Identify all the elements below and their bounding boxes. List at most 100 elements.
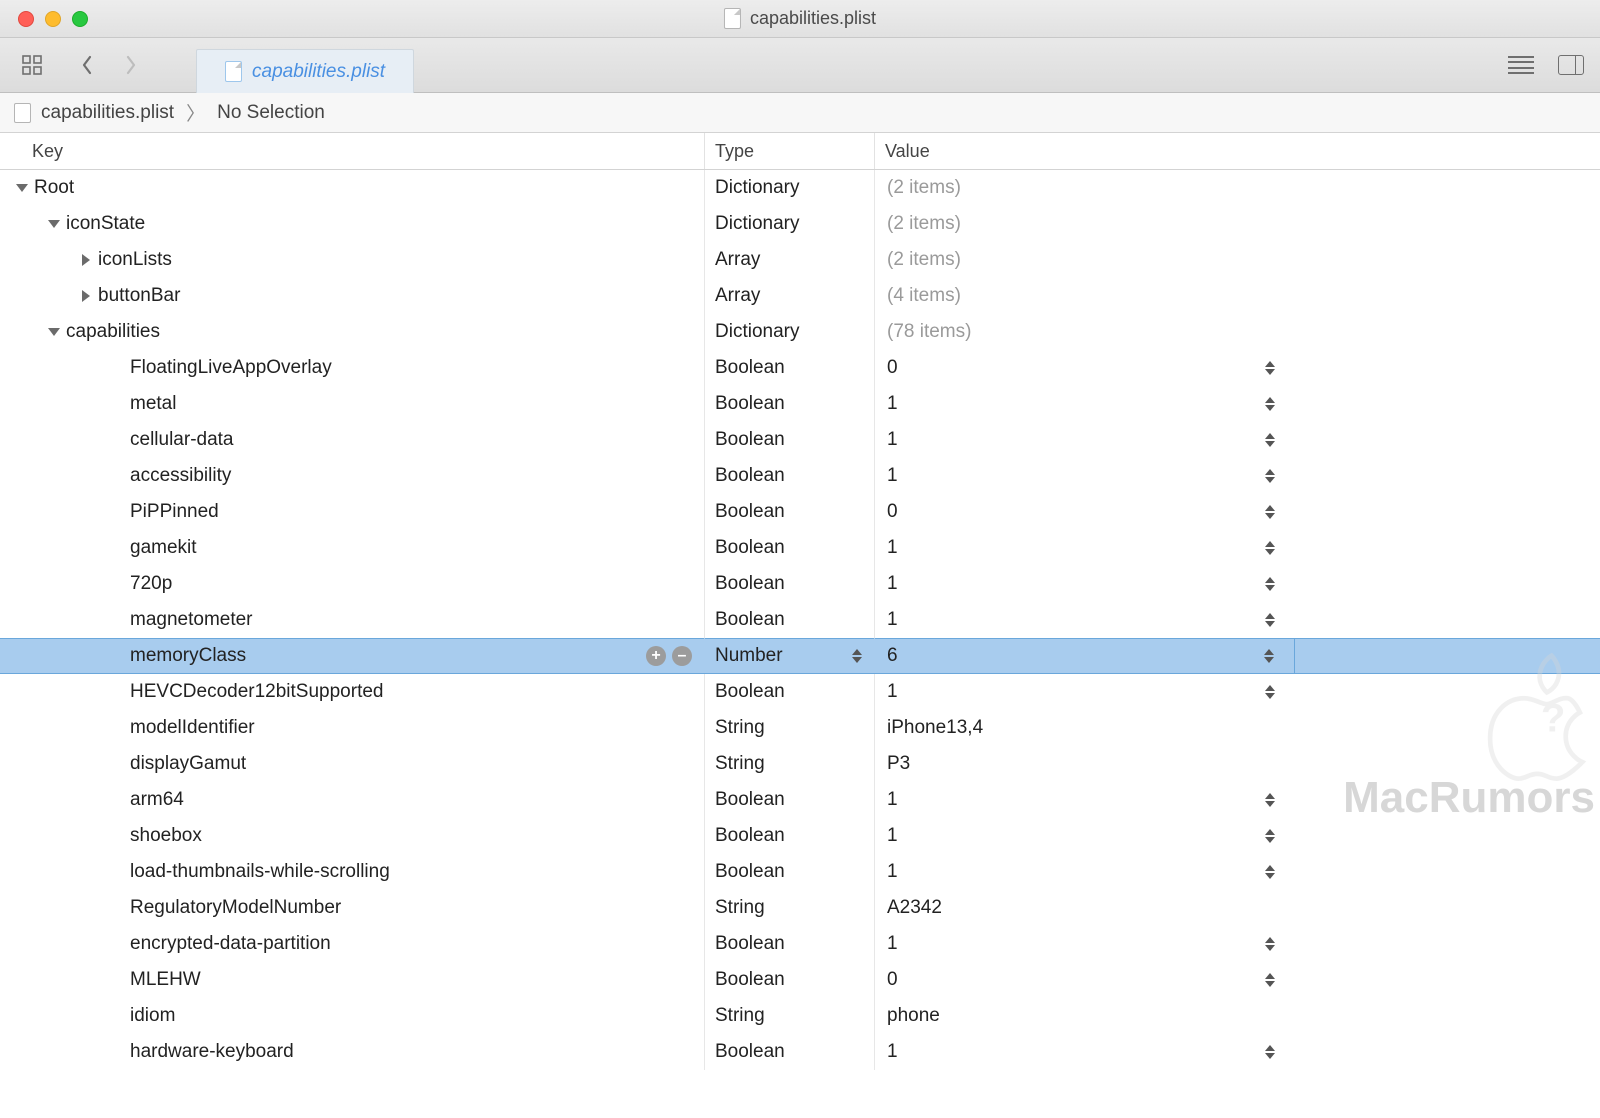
table-row[interactable]: iconStateDictionary(2 items) — [0, 206, 1600, 242]
type-cell[interactable]: Boolean — [705, 818, 875, 854]
value-cell[interactable]: 0 — [875, 962, 1295, 998]
value-cell[interactable]: 1 — [875, 566, 1295, 602]
table-row[interactable]: RegulatoryModelNumberStringA2342 — [0, 890, 1600, 926]
forward-button[interactable] — [112, 49, 150, 81]
back-button[interactable] — [68, 49, 106, 81]
key-cell[interactable]: hardware-keyboard — [0, 1034, 705, 1070]
key-cell[interactable]: FloatingLiveAppOverlay — [0, 350, 705, 386]
outline-icon[interactable] — [1508, 56, 1534, 74]
table-row[interactable]: metalBoolean1 — [0, 386, 1600, 422]
table-row[interactable]: encrypted-data-partitionBoolean1 — [0, 926, 1600, 962]
value-stepper[interactable] — [1263, 970, 1277, 990]
value-cell[interactable]: 1 — [875, 530, 1295, 566]
value-stepper[interactable] — [1263, 502, 1277, 522]
column-type[interactable]: Type — [705, 133, 875, 169]
type-cell[interactable]: Boolean — [705, 494, 875, 530]
disclosure-triangle-icon[interactable] — [80, 254, 92, 266]
value-cell[interactable]: (78 items) — [875, 314, 1295, 350]
value-stepper[interactable] — [1263, 574, 1277, 594]
type-cell[interactable]: Boolean — [705, 926, 875, 962]
table-row[interactable]: RootDictionary(2 items) — [0, 170, 1600, 206]
key-cell[interactable]: iconLists — [0, 242, 705, 278]
related-items-button[interactable] — [16, 49, 48, 81]
type-cell[interactable]: Boolean — [705, 602, 875, 638]
table-row[interactable]: hardware-keyboardBoolean1 — [0, 1034, 1600, 1070]
key-cell[interactable]: RegulatoryModelNumber — [0, 890, 705, 926]
table-row[interactable]: shoeboxBoolean1 — [0, 818, 1600, 854]
table-row[interactable]: idiomStringphone — [0, 998, 1600, 1034]
key-cell[interactable]: load-thumbnails-while-scrolling — [0, 854, 705, 890]
breadcrumb-file[interactable]: capabilities.plist — [41, 102, 174, 124]
value-stepper[interactable] — [1263, 790, 1277, 810]
key-cell[interactable]: cellular-data — [0, 422, 705, 458]
table-row[interactable]: buttonBarArray(4 items) — [0, 278, 1600, 314]
key-cell[interactable]: HEVCDecoder12bitSupported — [0, 674, 705, 710]
type-cell[interactable]: Boolean — [705, 962, 875, 998]
value-cell[interactable]: 1 — [875, 1034, 1295, 1070]
value-stepper[interactable] — [1263, 610, 1277, 630]
close-button[interactable] — [18, 11, 34, 27]
type-cell[interactable]: Boolean — [705, 350, 875, 386]
value-stepper[interactable] — [1263, 682, 1277, 702]
column-key[interactable]: Key — [0, 133, 705, 169]
value-stepper[interactable] — [1263, 394, 1277, 414]
key-cell[interactable]: modelIdentifier — [0, 710, 705, 746]
value-cell[interactable]: 0 — [875, 350, 1295, 386]
table-row[interactable]: magnetometerBoolean1 — [0, 602, 1600, 638]
value-cell[interactable]: 6 — [875, 638, 1295, 674]
table-row[interactable]: accessibilityBoolean1 — [0, 458, 1600, 494]
table-row[interactable]: HEVCDecoder12bitSupportedBoolean1 — [0, 674, 1600, 710]
value-cell[interactable]: A2342 — [875, 890, 1295, 926]
type-cell[interactable]: Boolean — [705, 782, 875, 818]
value-cell[interactable]: phone — [875, 998, 1295, 1034]
value-cell[interactable]: 1 — [875, 818, 1295, 854]
value-cell[interactable]: (2 items) — [875, 242, 1295, 278]
value-cell[interactable]: 0 — [875, 494, 1295, 530]
table-row[interactable]: capabilitiesDictionary(78 items) — [0, 314, 1600, 350]
value-stepper[interactable] — [1263, 538, 1277, 558]
key-cell[interactable]: magnetometer — [0, 602, 705, 638]
table-row[interactable]: PiPPinnedBoolean0 — [0, 494, 1600, 530]
type-cell[interactable]: Array — [705, 278, 875, 314]
key-cell[interactable]: PiPPinned — [0, 494, 705, 530]
table-row[interactable]: FloatingLiveAppOverlayBoolean0 — [0, 350, 1600, 386]
key-cell[interactable]: idiom — [0, 998, 705, 1034]
value-cell[interactable]: 1 — [875, 458, 1295, 494]
type-cell[interactable]: Dictionary — [705, 206, 875, 242]
value-cell[interactable]: 1 — [875, 782, 1295, 818]
value-cell[interactable]: 1 — [875, 854, 1295, 890]
disclosure-triangle-icon[interactable] — [80, 290, 92, 302]
table-row[interactable]: load-thumbnails-while-scrollingBoolean1 — [0, 854, 1600, 890]
table-row[interactable]: 720pBoolean1 — [0, 566, 1600, 602]
type-cell[interactable]: Boolean — [705, 1034, 875, 1070]
value-cell[interactable]: 1 — [875, 386, 1295, 422]
key-cell[interactable]: gamekit — [0, 530, 705, 566]
type-cell[interactable]: Array — [705, 242, 875, 278]
key-cell[interactable]: accessibility — [0, 458, 705, 494]
panel-toggle-icon[interactable] — [1558, 55, 1584, 75]
value-cell[interactable]: 1 — [875, 422, 1295, 458]
value-stepper[interactable] — [1263, 1042, 1277, 1062]
type-cell[interactable]: Number — [705, 638, 875, 674]
key-cell[interactable]: displayGamut — [0, 746, 705, 782]
value-cell[interactable]: 1 — [875, 602, 1295, 638]
type-cell[interactable]: Boolean — [705, 854, 875, 890]
value-cell[interactable]: (2 items) — [875, 206, 1295, 242]
type-cell[interactable]: Boolean — [705, 674, 875, 710]
key-cell[interactable]: memoryClass+– — [0, 638, 705, 674]
value-cell[interactable]: P3 — [875, 746, 1295, 782]
value-cell[interactable]: (4 items) — [875, 278, 1295, 314]
table-row[interactable]: displayGamutStringP3 — [0, 746, 1600, 782]
key-cell[interactable]: iconState — [0, 206, 705, 242]
table-row[interactable]: cellular-dataBoolean1 — [0, 422, 1600, 458]
type-cell[interactable]: String — [705, 710, 875, 746]
type-cell[interactable]: Boolean — [705, 422, 875, 458]
type-cell[interactable]: String — [705, 998, 875, 1034]
disclosure-triangle-icon[interactable] — [48, 218, 60, 230]
value-cell[interactable]: iPhone13,4 — [875, 710, 1295, 746]
type-cell[interactable]: Boolean — [705, 530, 875, 566]
table-row[interactable]: MLEHWBoolean0 — [0, 962, 1600, 998]
type-stepper[interactable] — [850, 646, 864, 666]
disclosure-triangle-icon[interactable] — [16, 182, 28, 194]
value-stepper[interactable] — [1263, 826, 1277, 846]
